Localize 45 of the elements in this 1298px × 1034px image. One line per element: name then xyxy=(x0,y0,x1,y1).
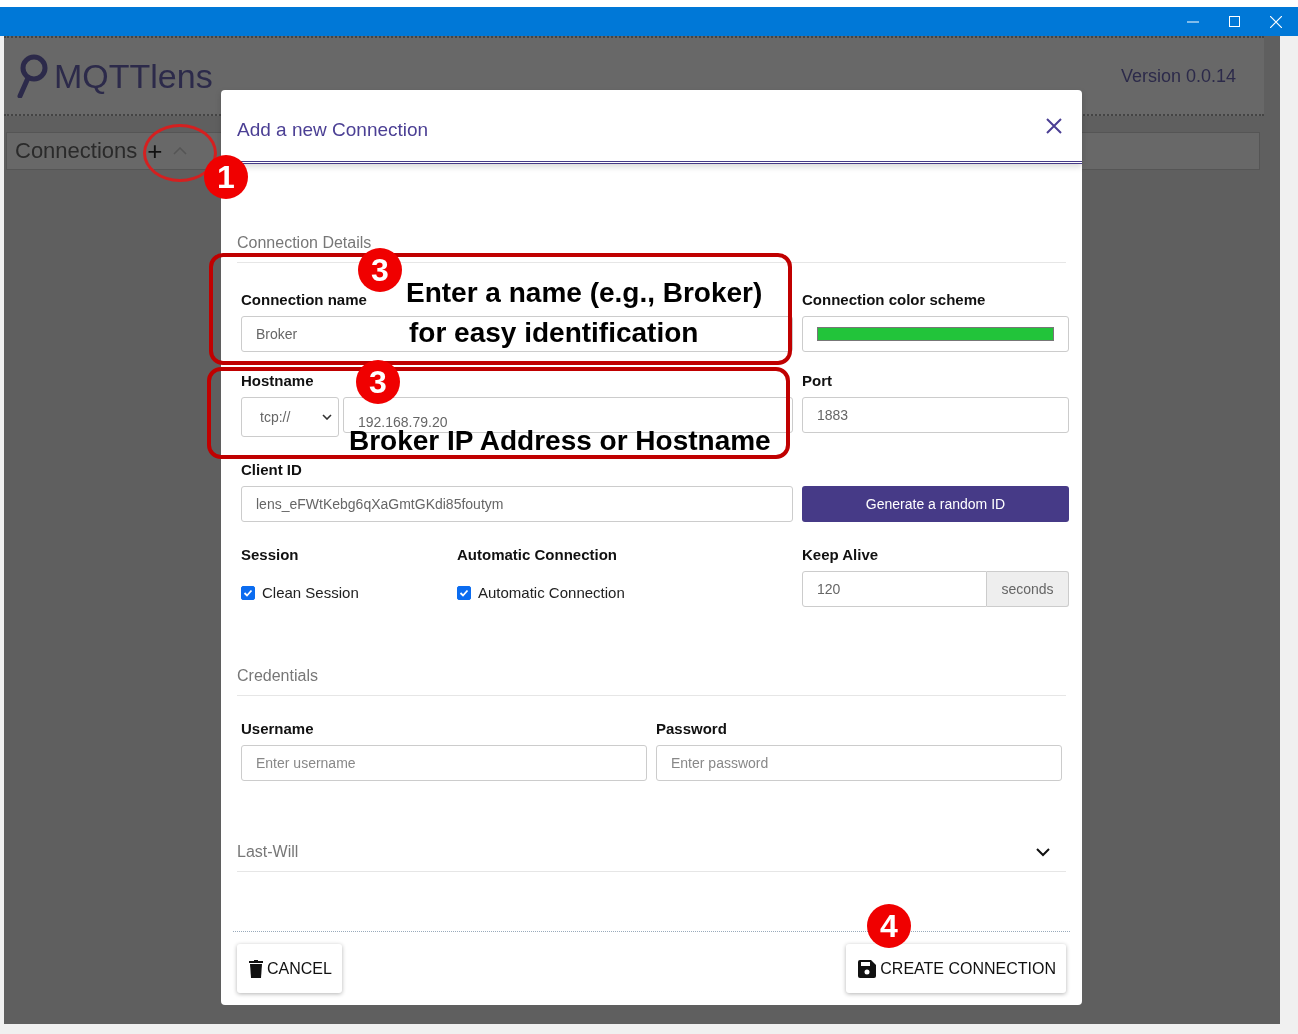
field-label: Hostname xyxy=(241,372,314,390)
version-label: Version 0.0.14 xyxy=(1120,65,1236,87)
maximize-icon[interactable] xyxy=(1229,16,1240,27)
trash-icon xyxy=(249,959,263,978)
section-heading: Credentials xyxy=(237,667,1066,696)
annotation-text: Enter a name (e.g., Broker) xyxy=(406,279,763,307)
scrollbar[interactable] xyxy=(1280,36,1298,1024)
checkbox[interactable] xyxy=(457,585,471,600)
field-label: Automatic Connection xyxy=(457,546,617,564)
magnifier-icon xyxy=(16,54,48,98)
app-logo: MQTTlens xyxy=(54,56,213,96)
checkbox[interactable] xyxy=(241,585,255,600)
field-label: Connection name xyxy=(241,291,367,309)
keep-alive-field[interactable]: 120 xyxy=(802,571,987,607)
password-field[interactable]: Enter password xyxy=(656,745,1062,781)
client-id-field[interactable]: lens_eFWtKebg6qXaGmtGKdi85foutym xyxy=(241,486,793,522)
add-button[interactable]: + xyxy=(143,138,167,164)
create-connection-button[interactable]: CREATE CONNECTION xyxy=(846,944,1066,993)
dialog-title: Add a new Connection xyxy=(237,118,429,141)
last-will-section[interactable]: Last-Will xyxy=(237,843,1066,872)
field-label: Session xyxy=(241,546,299,564)
field-label: Keep Alive xyxy=(802,546,879,564)
field-label: Client ID xyxy=(241,461,302,479)
protocol-select[interactable]: tcp:// xyxy=(241,397,339,437)
checkbox-label[interactable]: Clean Session xyxy=(262,584,359,601)
unit-label: seconds xyxy=(987,571,1069,607)
color-scheme-field[interactable] xyxy=(802,316,1069,352)
connections-label: Connections xyxy=(15,138,138,164)
field-label: Connection color scheme xyxy=(802,291,986,309)
port-field[interactable]: 1883 xyxy=(802,397,1069,433)
scrollbar[interactable] xyxy=(0,1024,1298,1034)
field-label: Port xyxy=(802,372,832,390)
minimize-icon[interactable] xyxy=(1187,20,1199,23)
annotation-text: for easy identification xyxy=(409,319,699,347)
close-icon[interactable] xyxy=(1270,15,1282,28)
checkmark-icon xyxy=(459,587,469,598)
username-field[interactable]: Enter username xyxy=(241,745,647,781)
field-label: Username xyxy=(241,720,314,738)
generate-id-button[interactable]: Generate a random ID xyxy=(802,486,1069,522)
checkbox-label[interactable]: Automatic Connection xyxy=(478,584,625,601)
field-label: Password xyxy=(656,720,727,738)
cancel-button[interactable]: CANCEL xyxy=(237,944,342,993)
close-button[interactable] xyxy=(1046,117,1062,134)
checkmark-icon xyxy=(243,587,253,598)
caret-icon xyxy=(322,414,332,420)
